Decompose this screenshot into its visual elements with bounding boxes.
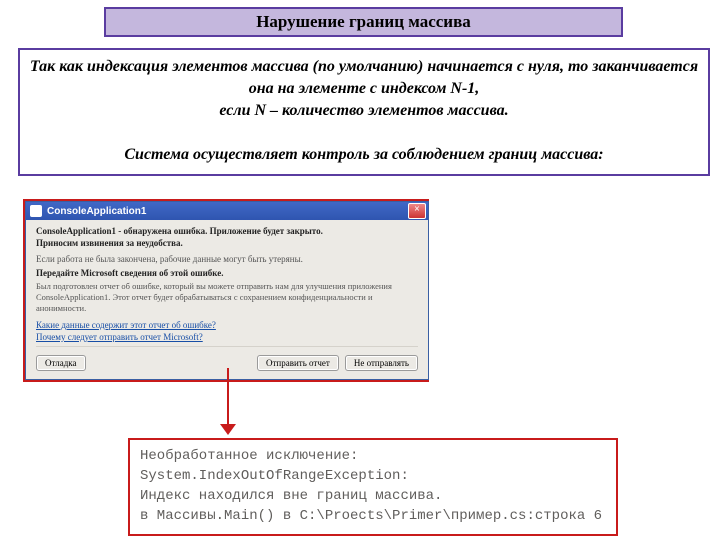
dialog-text-5: Был подготовлен отчет об ошибке, который… [36, 281, 418, 314]
dialog-text-4: Передайте Microsoft сведения об этой оши… [36, 268, 418, 278]
link-what-data[interactable]: Какие данные содержит этот отчет об ошиб… [36, 320, 418, 330]
description-box: Так как индексация элементов массива (по… [18, 48, 710, 176]
dialog-text-2: Приносим извинения за неудобства. [36, 238, 418, 248]
error-dialog: ConsoleApplication1 × ConsoleApplication… [25, 201, 429, 380]
close-icon[interactable]: × [408, 203, 426, 219]
desc-line1: Так как индексация элементов массива (по… [24, 56, 704, 100]
dialog-text-3: Если работа не была закончена, рабочие д… [36, 254, 418, 264]
debug-button[interactable]: Отладка [36, 355, 86, 371]
slide-title: Нарушение границ массива [104, 7, 623, 37]
exception-output: Необработанное исключение: System.IndexO… [128, 438, 618, 536]
dont-send-button[interactable]: Не отправлять [345, 355, 418, 371]
dialog-title: ConsoleApplication1 [47, 206, 146, 217]
arrow-icon [223, 368, 233, 436]
exc-line1: Необработанное исключение: [140, 446, 606, 466]
app-icon [30, 205, 42, 217]
dialog-body: ConsoleApplication1 - обнаружена ошибка.… [26, 220, 428, 379]
link-why-send[interactable]: Почему следует отправить отчет Microsoft… [36, 332, 418, 342]
dialog-titlebar: ConsoleApplication1 × [26, 202, 428, 220]
exc-line3: Индекс находился вне границ массива. [140, 486, 606, 506]
error-dialog-highlight: ConsoleApplication1 × ConsoleApplication… [23, 199, 429, 382]
exc-line4: в Массивы.Main() в C:\Proects\Primer\при… [140, 506, 606, 526]
dialog-text-1: ConsoleApplication1 - обнаружена ошибка.… [36, 226, 418, 236]
desc-line3: Система осуществляет контроль за соблюде… [24, 144, 704, 166]
send-report-button[interactable]: Отправить отчет [257, 355, 339, 371]
exc-line2: System.IndexOutOfRangeException: [140, 466, 606, 486]
desc-line2: если N – количество элементов массива. [24, 100, 704, 122]
